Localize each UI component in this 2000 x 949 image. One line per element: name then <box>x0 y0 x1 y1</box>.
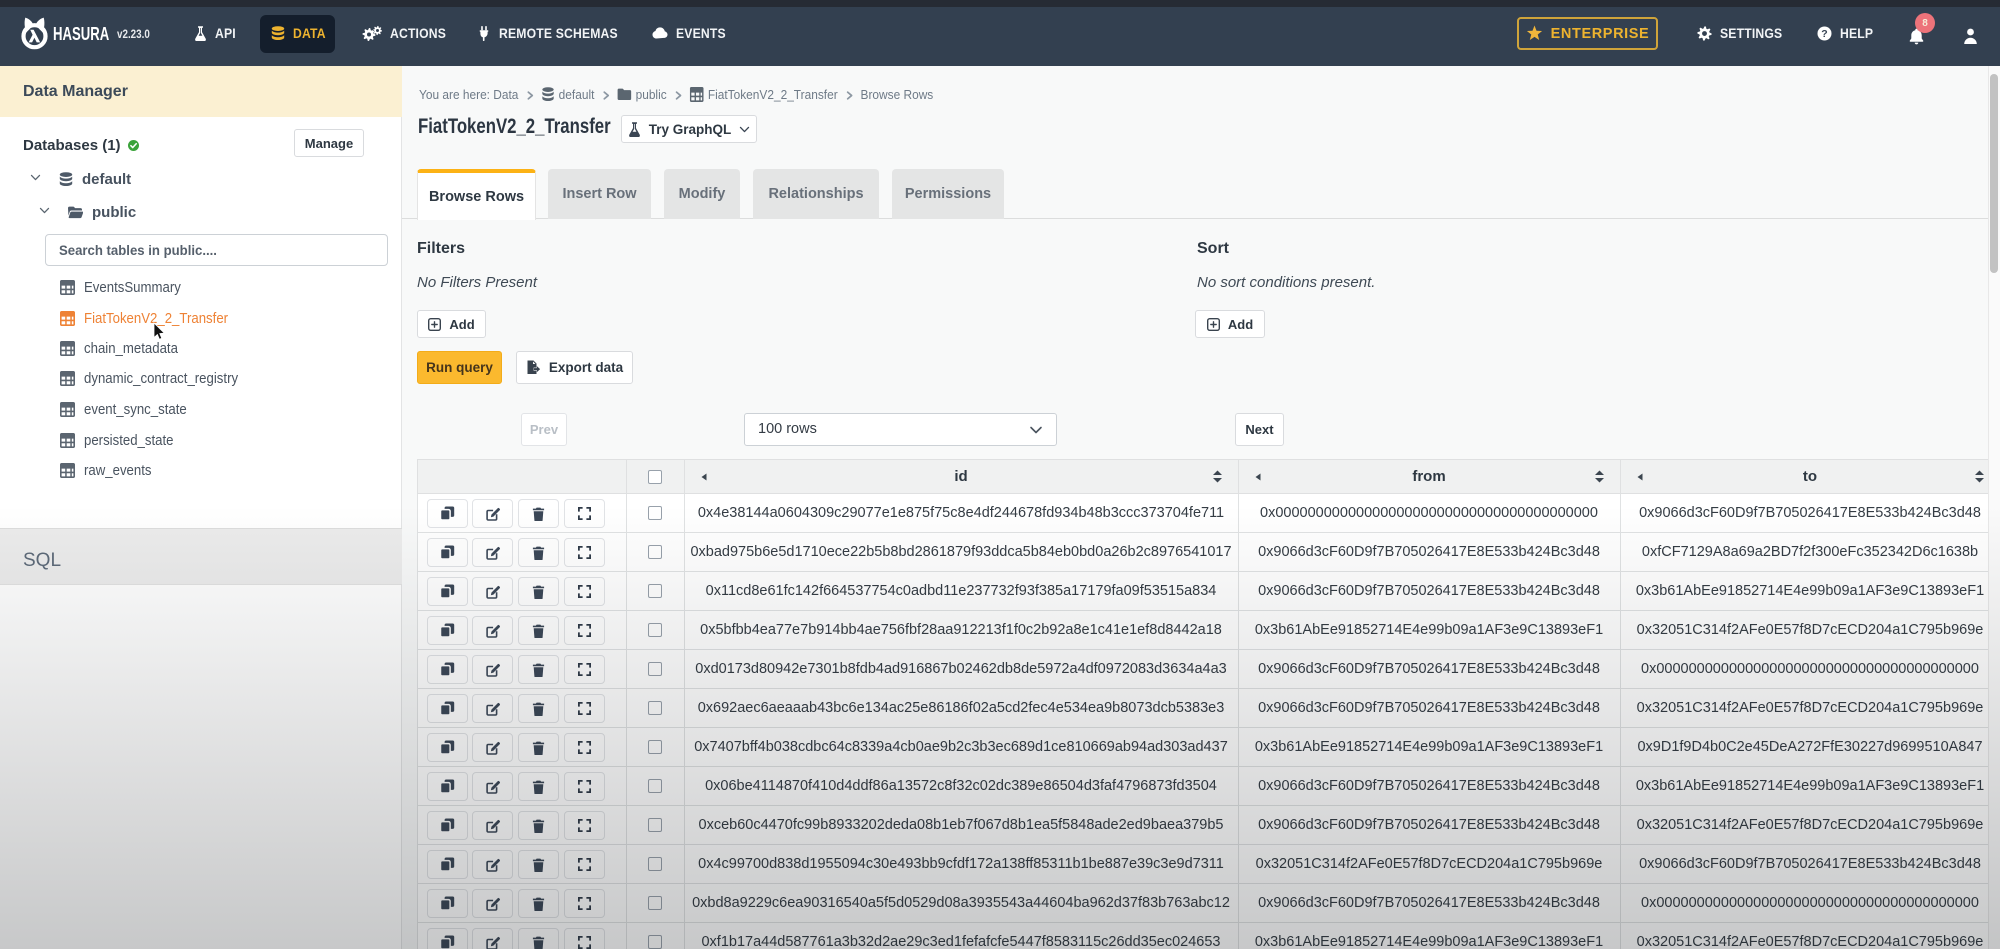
svg-text:?: ? <box>1821 28 1828 40</box>
